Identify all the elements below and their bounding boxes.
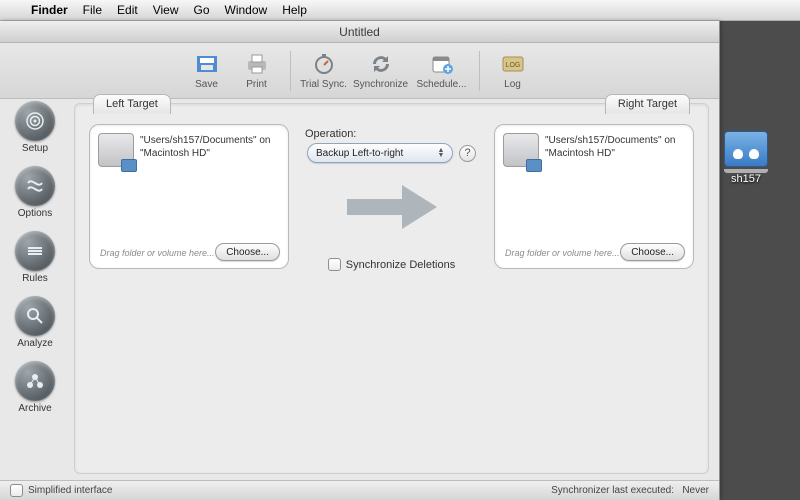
app-window: Untitled Save Print xyxy=(0,21,720,500)
tab-left-target[interactable]: Left Target xyxy=(93,94,171,114)
system-menubar: Finder File Edit View Go Window Help xyxy=(0,0,800,21)
switch-icon xyxy=(15,166,55,206)
operation-select-value: Backup Left-to-right xyxy=(316,148,403,159)
left-target-hint: Drag folder or volume here... xyxy=(100,248,215,258)
app-menu[interactable]: Finder xyxy=(31,3,68,17)
save-icon xyxy=(193,52,221,76)
right-target-hint: Drag folder or volume here... xyxy=(505,248,620,258)
simplified-interface-label: Simplified interface xyxy=(28,485,112,496)
side-archive-label: Archive xyxy=(18,403,51,414)
toolbar-trialsync-label: Trial Sync. xyxy=(300,79,347,90)
target-icon xyxy=(15,101,55,141)
harddrive-folder-icon xyxy=(503,133,539,167)
stepper-icon: ▲▼ xyxy=(434,148,448,158)
side-analyze-label: Analyze xyxy=(17,338,53,349)
toolbar-schedule-button[interactable]: Schedule... xyxy=(413,52,471,90)
side-rules-label: Rules xyxy=(22,273,48,284)
last-executed-label: Synchronizer last executed: xyxy=(551,485,674,496)
rules-icon xyxy=(15,231,55,271)
toolbar: Save Print Trial Sync. xyxy=(0,43,719,99)
operation-column: Operation: Backup Left-to-right ▲▼ ? Syn… xyxy=(301,128,482,271)
desktop-share-icon[interactable]: sh157 xyxy=(714,131,778,185)
right-choose-button[interactable]: Choose... xyxy=(620,243,685,261)
right-target-path: "Users/sh157/Documents" on "Macintosh HD… xyxy=(545,135,685,160)
toolbar-schedule-label: Schedule... xyxy=(416,79,466,90)
help-button[interactable]: ? xyxy=(459,145,476,162)
toolbar-print-label: Print xyxy=(246,79,267,90)
side-rules-button[interactable]: Rules xyxy=(15,231,55,284)
toolbar-log-label: Log xyxy=(504,79,521,90)
last-executed-value: Never xyxy=(682,485,709,496)
side-archive-button[interactable]: Archive xyxy=(15,361,55,414)
desktop-share-label: sh157 xyxy=(714,173,778,185)
side-setup-label: Setup xyxy=(22,143,48,154)
direction-arrow-icon xyxy=(337,177,447,242)
menu-go[interactable]: Go xyxy=(194,3,210,17)
toolbar-separator xyxy=(290,51,291,91)
sync-deletions-label: Synchronize Deletions xyxy=(346,259,455,271)
left-choose-button[interactable]: Choose... xyxy=(215,243,280,261)
print-icon xyxy=(243,52,271,76)
calendar-plus-icon xyxy=(428,52,456,76)
toolbar-trialsync-button[interactable]: Trial Sync. xyxy=(299,52,349,90)
sync-icon xyxy=(367,52,395,76)
menu-edit[interactable]: Edit xyxy=(117,3,138,17)
side-analyze-button[interactable]: Analyze xyxy=(15,296,55,349)
svg-text:LOG: LOG xyxy=(505,62,520,69)
menu-help[interactable]: Help xyxy=(282,3,307,17)
toolbar-save-label: Save xyxy=(195,79,218,90)
menu-view[interactable]: View xyxy=(153,3,179,17)
desktop: Untitled Save Print xyxy=(0,21,800,500)
tab-right-target[interactable]: Right Target xyxy=(605,94,690,114)
toolbar-synchronize-label: Synchronize xyxy=(353,79,408,90)
status-bar: Simplified interface Synchronizer last e… xyxy=(0,480,719,500)
side-options-label: Options xyxy=(18,208,52,219)
toolbar-synchronize-button[interactable]: Synchronize xyxy=(349,52,413,90)
main-panel: Left Target Right Target "Users/sh157/Do… xyxy=(74,103,709,474)
window-titlebar: Untitled xyxy=(0,21,719,43)
side-setup-button[interactable]: Setup xyxy=(15,101,55,154)
side-options-button[interactable]: Options xyxy=(15,166,55,219)
side-column: Setup Options Rules Analyze xyxy=(6,101,64,414)
toolbar-separator xyxy=(479,51,480,91)
left-target-box[interactable]: "Users/sh157/Documents" on "Macintosh HD… xyxy=(89,124,289,269)
archive-icon xyxy=(15,361,55,401)
toolbar-save-button[interactable]: Save xyxy=(182,52,232,90)
network-volume-icon xyxy=(724,131,768,167)
right-target-box[interactable]: "Users/sh157/Documents" on "Macintosh HD… xyxy=(494,124,694,269)
sync-deletions-checkbox[interactable] xyxy=(328,258,341,271)
toolbar-print-button[interactable]: Print xyxy=(232,52,282,90)
operation-label: Operation: xyxy=(305,128,356,140)
menu-window[interactable]: Window xyxy=(225,3,268,17)
simplified-interface-checkbox[interactable] xyxy=(10,484,23,497)
log-icon: LOG xyxy=(499,52,527,76)
toolbar-log-button[interactable]: LOG Log xyxy=(488,52,538,90)
menu-file[interactable]: File xyxy=(83,3,102,17)
magnify-icon xyxy=(15,296,55,336)
window-title: Untitled xyxy=(339,25,380,39)
operation-select[interactable]: Backup Left-to-right ▲▼ xyxy=(307,143,453,163)
stopwatch-icon xyxy=(310,52,338,76)
harddrive-folder-icon xyxy=(98,133,134,167)
left-target-path: "Users/sh157/Documents" on "Macintosh HD… xyxy=(140,135,280,160)
